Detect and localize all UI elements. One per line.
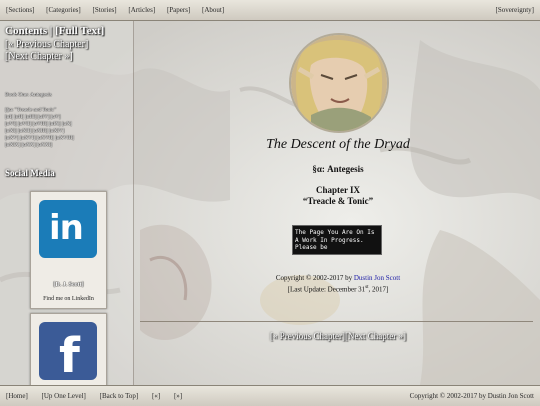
nav-stories-link[interactable]: [Stories]	[93, 6, 117, 14]
part-heading: §α: Antegesis	[312, 164, 364, 174]
chapter-list-row[interactable]: [αVI] [αVII] [αVIII] [αIX] [αX]	[5, 121, 133, 128]
sidebar: Contents | [Full Text] [« Previous Chapt…	[0, 21, 134, 405]
author-link[interactable]: Dustin Jon Scott	[354, 274, 400, 282]
footer-copyright: Copyright © 2002-2017 by Dustin Jon Scot…	[409, 392, 534, 400]
linkedin-card[interactable]: in [D. J. Scott] Find me on LinkedIn	[30, 191, 107, 309]
next-page-link[interactable]: [»]	[174, 392, 182, 400]
linkedin-glyph: in	[49, 208, 84, 248]
previous-chapter-link[interactable]: [« Previous Chapter]	[270, 331, 345, 341]
last-update-suffix: , 2017]	[368, 285, 389, 294]
back-to-top-link[interactable]: [Back to Top]	[100, 392, 139, 400]
nav-categories-link[interactable]: [Categories]	[46, 6, 81, 14]
top-navigation-bar: [Sections] [Categories] [Stories] [Artic…	[0, 0, 540, 21]
work-in-progress-notice: The Page You Are On Is A Work In Progres…	[292, 225, 382, 255]
sidebar-previous-chapter-link[interactable]: [« Previous Chapter]	[5, 39, 88, 50]
chapter-list-row[interactable]: [αXIX] [αXX] [αXXI]	[5, 142, 133, 149]
chapter-list-row[interactable]: [αI] [αII] [αIII] [αIV] [αV]	[5, 114, 133, 121]
facebook-icon[interactable]: f	[39, 322, 97, 384]
chapter-number: Chapter IX	[315, 185, 361, 195]
sidebar-next-chapter-link[interactable]: [Next Chapter »]	[5, 51, 73, 62]
copyright-prefix: Copyright © 2002-2017 by	[275, 274, 353, 282]
bottom-navigation-bar: [Home] [Up One Level] [Back to Top] [«] …	[0, 385, 540, 406]
previous-page-link[interactable]: [«]	[152, 392, 160, 400]
last-update-prefix: [Last Update: December 31	[287, 285, 366, 294]
chapter-list: [§α: "Treacle and Tonic" [αI] [αII] [αII…	[5, 107, 133, 149]
chapter-list-row[interactable]: [αXV] [αXVI] [αXVII] [αXVIII]	[5, 135, 133, 142]
nav-sections-link[interactable]: [Sections]	[6, 6, 34, 14]
chapter-list-row[interactable]: [§α: "Treacle and Tonic"	[5, 107, 133, 114]
home-link[interactable]: [Home]	[6, 392, 28, 400]
copyright-line: Copyright © 2002-2017 by Dustin Jon Scot…	[240, 274, 436, 282]
book-title: The Descent of the Dryad	[266, 137, 410, 152]
nav-articles-link[interactable]: [Articles]	[128, 6, 155, 14]
linkedin-name-label: [D. J. Scott]	[53, 282, 84, 288]
chapter-title: “Treacle & Tonic”	[302, 196, 374, 206]
up-one-level-link[interactable]: [Up One Level]	[42, 392, 86, 400]
dryad-portrait-image	[289, 33, 389, 133]
last-update-line: [Last Update: December 31st, 2017]	[240, 285, 436, 293]
nav-about-link[interactable]: [About]	[202, 6, 224, 14]
book-label: Book One: Antegesis	[5, 92, 52, 98]
social-media-heading: Social Media	[5, 168, 55, 178]
linkedin-icon[interactable]: in	[39, 200, 97, 258]
next-chapter-link[interactable]: [Next Chapter »]	[345, 331, 406, 341]
chapter-navigation: [« Previous Chapter][Next Chapter »]	[240, 331, 436, 341]
linkedin-caption[interactable]: Find me on LinkedIn	[31, 296, 106, 302]
nav-sovereignty-link[interactable]: [Sovereignty]	[496, 6, 535, 14]
facebook-glyph: f	[59, 328, 80, 384]
contents-heading[interactable]: Contents | [Full Text]	[5, 25, 104, 37]
nav-papers-link[interactable]: [Papers]	[167, 6, 190, 14]
divider	[140, 321, 533, 322]
chapter-list-row[interactable]: [αXI] [αXII] [αXIII] [αXIV]	[5, 128, 133, 135]
